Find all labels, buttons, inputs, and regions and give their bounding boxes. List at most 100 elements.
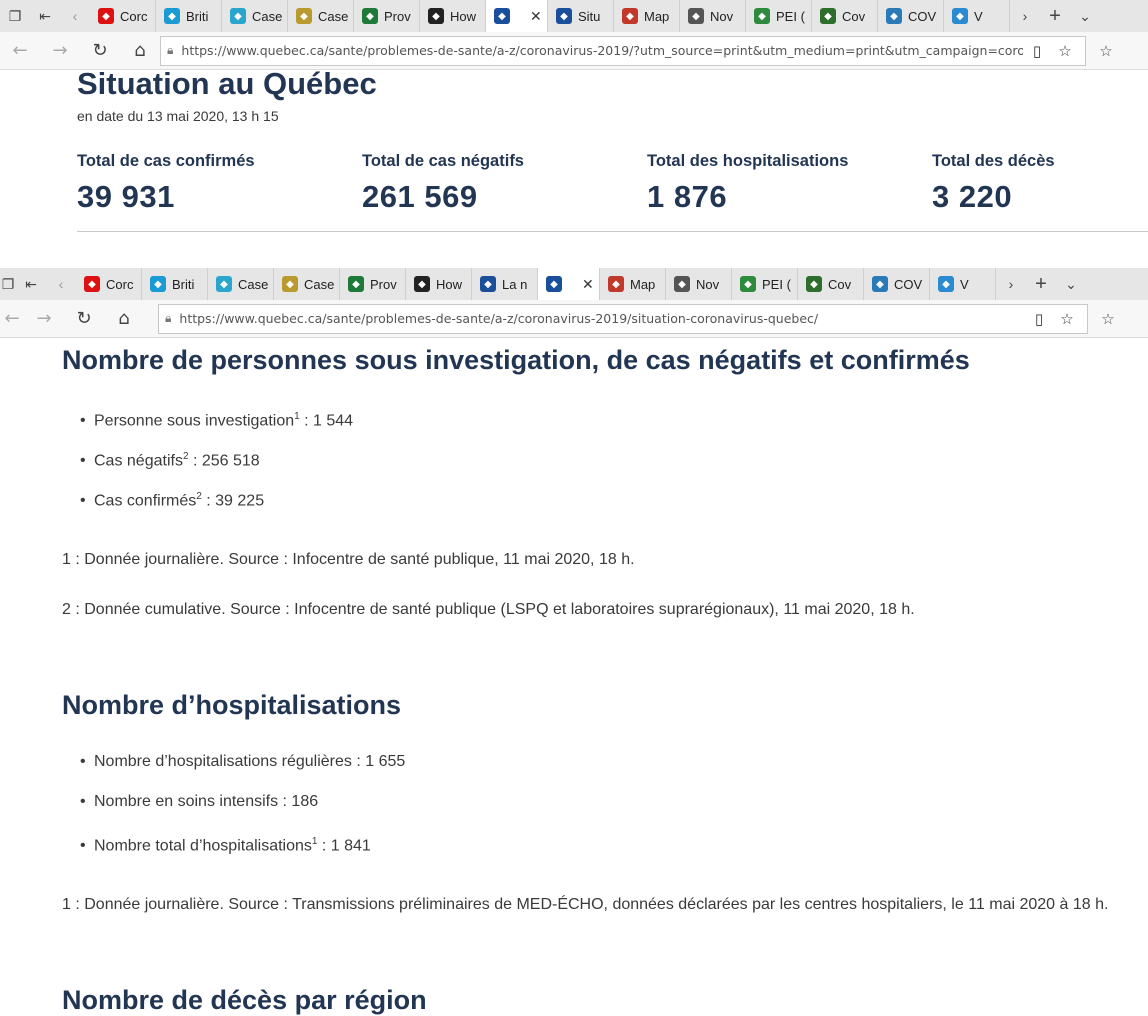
browser-tab[interactable]: ◆ Case [208, 268, 274, 300]
stat-label: Total des décès [932, 152, 1055, 170]
tab-title: Case [238, 276, 269, 292]
url-text[interactable]: https://www.quebec.ca/sante/problemes-de… [181, 43, 1023, 58]
pei-icon: ◆ [740, 276, 756, 292]
browser-tab[interactable]: ◆ PEI ( [746, 0, 812, 32]
stat-value: 39 931 [77, 179, 175, 214]
tab-list-chevron-icon[interactable]: ⌄ [1070, 0, 1100, 32]
quebec-fleur-icon: ◆ [480, 276, 496, 292]
url-text[interactable]: https://www.quebec.ca/sante/problemes-de… [179, 311, 1025, 326]
browser-tab[interactable]: ◆ PEI ( [732, 268, 798, 300]
refresh-button[interactable]: ↻ [80, 32, 120, 69]
tab-actions-icon[interactable]: ❐ [0, 0, 30, 32]
stat-value: 261 569 [362, 179, 478, 214]
tab-title: Cov [828, 276, 852, 292]
address-bar[interactable]: 🔒︎ https://www.quebec.ca/sante/problemes… [158, 303, 1088, 334]
favorite-star-icon[interactable]: ☆ [1053, 310, 1081, 328]
browser-tab[interactable]: ◆ Case [274, 268, 340, 300]
favorite-star-icon[interactable]: ☆ [1051, 42, 1079, 60]
case-doc-icon: ◆ [282, 276, 298, 292]
tab-title: Cov [842, 8, 866, 24]
browser-tab[interactable]: ◆ Cov [798, 268, 864, 300]
forward-button[interactable]: → [24, 300, 64, 337]
browser-tab[interactable]: ◆ Corc [76, 268, 142, 300]
close-tab-icon[interactable]: ✕ [530, 8, 542, 25]
set-aside-tabs-icon[interactable]: ⇤ [16, 268, 46, 300]
browser-tab[interactable]: ◆ Prov [340, 268, 406, 300]
new-tab-icon[interactable]: + [1026, 268, 1056, 300]
tab-strip: ◆ Corc ◆ Briti ◆ Case ◆ Case ◆ Prov ◆ How ◆ La n ◆ ✕ ◆ Ma… [76, 268, 996, 300]
browser-tab[interactable]: ◆ Nov [666, 268, 732, 300]
favorites-bar-icon[interactable]: ☆ [1086, 32, 1126, 69]
browser-tab[interactable]: ◆ COV [864, 268, 930, 300]
tab-actions-icon[interactable]: ❐ [0, 268, 16, 300]
browser-tab[interactable]: ◆ Map [600, 268, 666, 300]
map-icon: ◆ [622, 8, 638, 24]
tab-title: La n [502, 276, 528, 292]
browser-tab[interactable]: ◆ ✕ [486, 0, 548, 32]
browser-tab[interactable]: ◆ Situ [548, 0, 614, 32]
list-item: • Nombre d’hospitalisations régulières : … [80, 753, 406, 770]
case-doc-icon: ◆ [296, 8, 312, 24]
back-button[interactable]: ← [0, 32, 40, 69]
tab-list-chevron-icon[interactable]: ⌄ [1056, 268, 1086, 300]
browser-tab[interactable]: ◆ La n [472, 268, 538, 300]
scroll-tabs-left-icon[interactable]: ‹ [46, 268, 76, 300]
investigation-heading: Nombre de personnes sous investigation, … [62, 345, 970, 375]
v-icon: ◆ [938, 276, 954, 292]
tab-title: Prov [384, 8, 411, 24]
tab-title: Briti [186, 8, 209, 24]
tab-title: Corc [106, 276, 134, 292]
browser-tab[interactable]: ◆ Briti [142, 268, 208, 300]
close-tab-icon[interactable]: ✕ [582, 276, 594, 293]
stat-deaths: Total des décès 3 220 [932, 152, 1055, 215]
tab-title: Corc [120, 8, 148, 24]
scroll-tabs-right-icon[interactable]: › [1010, 0, 1040, 32]
stat-label: Total de cas confirmés [77, 152, 255, 170]
browser-tab[interactable]: ◆ How [420, 0, 486, 32]
tab-strip: ◆ Corc ◆ Briti ◆ Case ◆ Case ◆ Prov ◆ How ◆ ✕ ◆ Situ ◆ Ma… [90, 0, 1010, 32]
browser-tab[interactable]: ◆ Case [288, 0, 354, 32]
tab-title: V [974, 8, 983, 24]
situation-date: en date du 13 mai 2020, 13 h 15 [77, 108, 279, 124]
refresh-button[interactable]: ↻ [64, 300, 104, 337]
v-icon: ◆ [952, 8, 968, 24]
footnote: 1 : Donnée journalière. Source : Infocen… [62, 551, 635, 568]
forward-button[interactable]: → [40, 32, 80, 69]
home-button[interactable]: ⌂ [104, 300, 144, 337]
browser-tab[interactable]: ◆ How [406, 268, 472, 300]
tab-title: Briti [172, 276, 195, 292]
bc-logo-icon: ◆ [164, 8, 180, 24]
lock-icon: 🔒︎ [165, 311, 172, 325]
stat-confirmed: Total de cas confirmés 39 931 [77, 152, 255, 215]
reading-view-icon[interactable]: ▯ [1025, 310, 1053, 328]
browser-tab[interactable]: ◆ Case [222, 0, 288, 32]
list-item: • Nombre en soins intensifs : 186 [80, 793, 319, 810]
globe-icon: ◆ [820, 8, 836, 24]
browser-tab[interactable]: ◆ Prov [354, 0, 420, 32]
browser-tab[interactable]: ◆ Nov [680, 0, 746, 32]
address-bar[interactable]: 🔒︎ https://www.quebec.ca/sante/problemes… [160, 35, 1086, 66]
tab-title: Nov [696, 276, 720, 292]
home-button[interactable]: ⌂ [120, 32, 160, 69]
browser-tab[interactable]: ◆ Map [614, 0, 680, 32]
browser-tab[interactable]: ◆ COV [878, 0, 944, 32]
browser-tab[interactable]: ◆ V [930, 268, 996, 300]
browser-tab[interactable]: ◆ ✕ [538, 268, 600, 300]
reading-view-icon[interactable]: ▯ [1023, 42, 1051, 60]
favorites-list-icon[interactable]: ☆ [1088, 300, 1128, 337]
case-chart-icon: ◆ [230, 8, 246, 24]
scroll-tabs-right-icon[interactable]: › [996, 268, 1026, 300]
tab-title: Case [318, 8, 349, 24]
browser-tab[interactable]: ◆ V [944, 0, 1010, 32]
set-aside-tabs-icon[interactable]: ⇤ [30, 0, 60, 32]
prov-flag-icon: ◆ [362, 8, 378, 24]
back-button[interactable]: ← [0, 300, 24, 337]
stat-label: Total de cas négatifs [362, 152, 524, 170]
browser-tab[interactable]: ◆ Briti [156, 0, 222, 32]
section-divider [77, 231, 1148, 232]
new-tab-icon[interactable]: + [1040, 0, 1070, 32]
browser-tab[interactable]: ◆ Corc [90, 0, 156, 32]
scroll-tabs-left-icon[interactable]: ‹ [60, 0, 90, 32]
browser-tab[interactable]: ◆ Cov [812, 0, 878, 32]
tab-title: How [450, 8, 477, 24]
